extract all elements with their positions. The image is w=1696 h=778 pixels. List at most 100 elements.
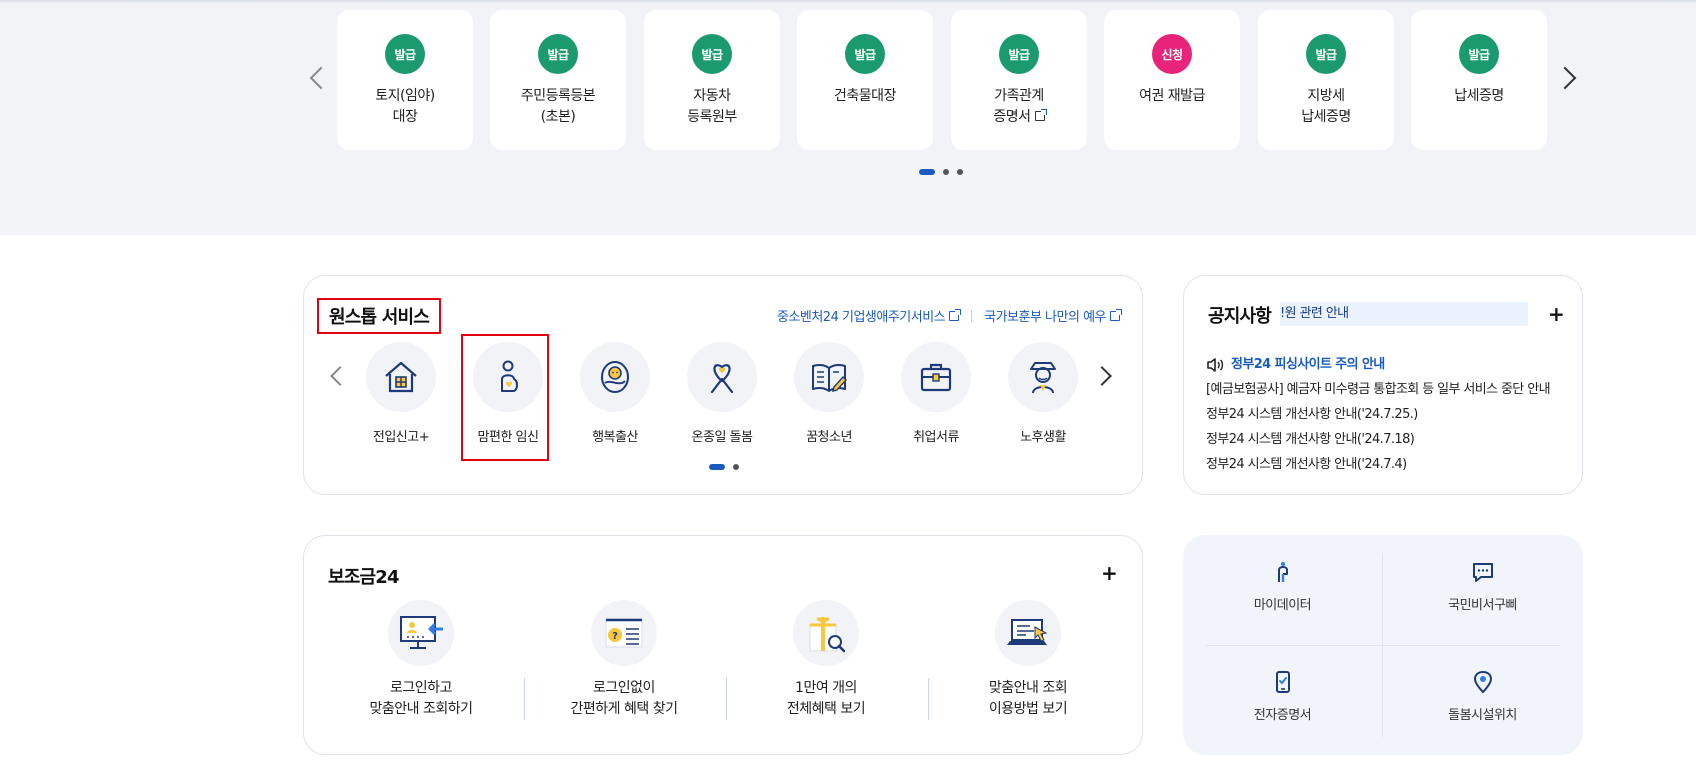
service-label: 전입신고+ [372, 430, 430, 445]
chevron-right-icon [1553, 66, 1577, 90]
doc-card-label: 건축물대장 [834, 88, 896, 104]
question-list-icon: ? [605, 618, 643, 648]
issue-badge: 발급 [385, 34, 425, 74]
subsidy-no-login-search[interactable]: ? 로그인없이 간편하게 혜택 찾기 [524, 600, 724, 720]
issue-badge: 발급 [1306, 34, 1346, 74]
subsidy-all-benefits[interactable]: 1만여 개의 전체혜택 보기 [726, 600, 926, 720]
external-link-icon [949, 309, 962, 321]
link-separator [971, 309, 973, 322]
service-dream-youth[interactable]: 꿈청소년 [783, 342, 875, 445]
issue-badge: 발급 [845, 34, 885, 74]
doc-card-resident-register[interactable]: 발급 주민등록등본 (초본) [490, 10, 626, 150]
doc-card-label: 가족관계 증명서 [993, 86, 1047, 128]
doc-card-local-tax[interactable]: 발급 지방세 납세증명 [1258, 10, 1394, 150]
doc-card-vehicle-register[interactable]: 발급 자동차 등록원부 [644, 10, 780, 150]
doc-card-passport-reissue[interactable]: 신청 여권 재발급 [1104, 10, 1240, 150]
svg-text:?: ? [612, 631, 618, 642]
carousel-next-button[interactable] [1553, 58, 1583, 98]
service-label: 꿈청소년 [806, 430, 852, 445]
monitor-login-icon [400, 616, 443, 649]
service-label: 노후생활 [1020, 430, 1066, 445]
chat-bubble-icon [1472, 563, 1493, 582]
apply-badge: 신청 [1152, 34, 1192, 74]
highlight-box-title [317, 298, 441, 334]
notice-list: 정부24 피싱사이트 주의 안내 [예금보험공사] 예금자 미수령금 통합조회 … [1206, 352, 1551, 477]
quick-label: 전자증명서 [1253, 708, 1312, 723]
quick-e-certificate[interactable]: 전자증명서 [1183, 670, 1382, 778]
chevron-left-icon [309, 66, 333, 90]
subsidy-how-to-use[interactable]: 맞춤안내 조회 이용방법 보기 [928, 600, 1128, 720]
subsidy-login-search[interactable]: 로그인하고 맞춤안내 조회하기 [321, 600, 521, 720]
service-icon-circle [794, 342, 864, 412]
service-icon-circle [1008, 342, 1078, 412]
subsidy-label: 로그인없이 간편하게 혜택 찾기 [570, 680, 678, 717]
issue-badge: 발급 [999, 34, 1039, 74]
subsidy-icon-circle: ? [591, 600, 657, 666]
link-veterans[interactable]: 국가보훈부 나만의 예우 [984, 306, 1122, 325]
quick-label: 마이데이터 [1253, 598, 1312, 613]
subsidy-icon-circle [793, 600, 859, 666]
subsidy-label: 1만여 개의 전체혜택 보기 [786, 680, 866, 717]
notice-title: 공지사항 [1208, 306, 1272, 327]
onestop-prev-button[interactable] [322, 356, 352, 396]
quick-care-facility-location[interactable]: 돌봄시설위치 [1383, 670, 1582, 778]
subsidy-label: 맞춤안내 조회 이용방법 보기 [988, 680, 1068, 717]
doc-card-building-register[interactable]: 발급 건축물대장 [797, 10, 933, 150]
notice-item[interactable]: 정부24 시스템 개선사항 안내('24.7.4) [1206, 452, 1550, 477]
onestop-service-panel: 원스톱 서비스 중소벤처24 기업생애주기서비스 국가보훈부 나만의 예우 전입… [303, 275, 1143, 495]
doc-card-label: 여권 재발급 [1139, 88, 1205, 104]
ribbon-heart-icon [710, 364, 734, 394]
pagination-dot-active[interactable] [919, 169, 935, 175]
doc-card-label: 자동차 등록원부 [687, 88, 737, 125]
service-job-documents[interactable]: 취업서류 [890, 342, 982, 445]
onestop-pagination [709, 464, 739, 470]
service-all-day-care[interactable]: 온종일 돌봄 [676, 342, 768, 445]
quick-mydata[interactable]: 마이데이터 [1183, 560, 1382, 668]
doc-card-family-certificate[interactable]: 발급 가족관계 증명서 [951, 10, 1087, 150]
service-move-in-report[interactable]: 전입신고+ [355, 342, 447, 445]
link-veterans-text: 국가보훈부 나만의 예우 [984, 310, 1106, 325]
onestop-next-button[interactable] [1090, 356, 1120, 396]
issue-badge: 발급 [692, 34, 732, 74]
doc-card-label: 주민등록등본 (초본) [520, 88, 596, 125]
carousel-prev-button[interactable] [303, 58, 333, 98]
service-happy-birth[interactable]: 행복출산 [569, 342, 661, 445]
doc-card-label: 지방세 납세증명 [1301, 88, 1351, 125]
service-senior-life[interactable]: 노후생활 [997, 342, 1089, 445]
notice-more-button[interactable]: + [1548, 304, 1565, 324]
service-icon-circle [687, 342, 757, 412]
service-icon-circle [366, 342, 436, 412]
pagination-dot[interactable] [733, 464, 739, 470]
notice-item-text: 정부24 피싱사이트 주의 안내 [1231, 357, 1385, 372]
doc-card-label: 토지(임야) 대장 [375, 88, 435, 125]
pagination-dot[interactable] [957, 169, 963, 175]
link-sme-lifecycle[interactable]: 중소벤처24 기업생애주기서비스 [777, 306, 962, 325]
doc-card-tax-payment[interactable]: 발급 납세증명 [1411, 10, 1547, 150]
notice-item[interactable]: [예금보험공사] 예금자 미수령금 통합조회 등 일부 서비스 중단 안내 [1206, 377, 1551, 402]
notice-panel: 공지사항 !원 관련 안내 + 정부24 피싱사이트 주의 안내 [예금보험공사… [1183, 275, 1583, 495]
pagination-dot-active[interactable] [709, 464, 725, 470]
notice-item[interactable]: 정부24 시스템 개선사항 안내('24.7.18) [1206, 427, 1550, 452]
quick-gubbi-assistant[interactable]: 국민비서구삐 [1383, 560, 1582, 668]
onestop-links: 중소벤처24 기업생애주기서비스 국가보훈부 나만의 예우 [777, 306, 1122, 325]
laptop-cursor-icon [1007, 619, 1048, 645]
quick-menu-panel: 마이데이터 국민비서구삐 전자증명서 돌봄시설위치 [1183, 535, 1583, 755]
issue-badge: 발급 [538, 34, 578, 74]
mydata-icon [1277, 562, 1288, 582]
subsidy-icon-circle [388, 600, 454, 666]
top-shadow [0, 0, 1696, 4]
subsidy-more-button[interactable]: + [1101, 563, 1118, 583]
subsidy24-panel: 보조금24 + 로그인하고 맞춤안내 조회하기 ? 로그인없이 간편하게 혜택 … [303, 535, 1143, 755]
speaker-icon [1207, 357, 1224, 372]
service-label: 행복출산 [592, 430, 638, 445]
notice-ticker[interactable]: !원 관련 안내 [1280, 302, 1528, 326]
carousel-pagination [919, 169, 963, 175]
notice-item[interactable]: 정부24 시스템 개선사항 안내('24.7.25.) [1206, 402, 1550, 427]
external-link-icon [1034, 109, 1047, 121]
notice-item-phishing[interactable]: 정부24 피싱사이트 주의 안내 [1206, 352, 1550, 377]
quick-label: 국민비서구삐 [1448, 598, 1517, 613]
doc-card-label: 납세증명 [1454, 88, 1504, 104]
doc-card-land-register[interactable]: 발급 토지(임야) 대장 [337, 10, 473, 150]
pagination-dot[interactable] [943, 169, 949, 175]
subsidy-title: 보조금24 [328, 567, 400, 588]
